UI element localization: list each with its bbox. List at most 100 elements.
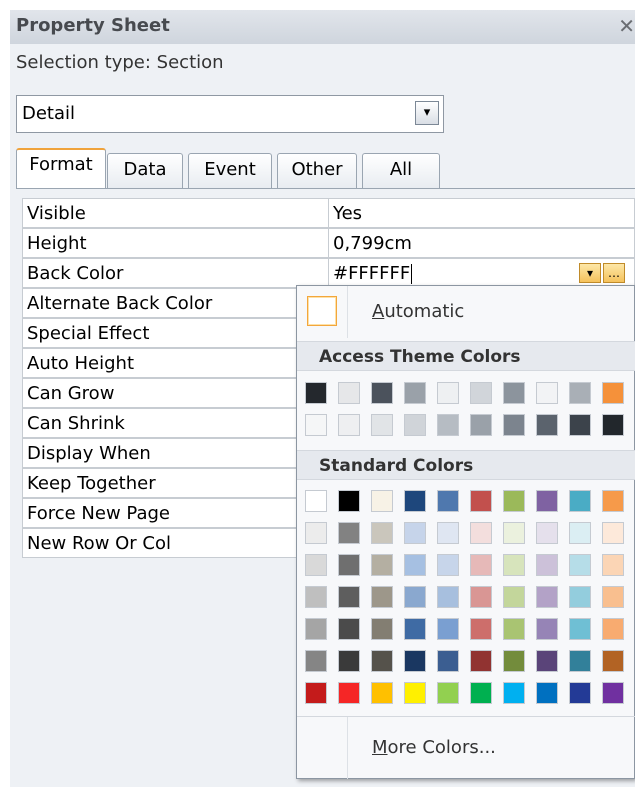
chevron-down-icon[interactable]: ▾ [415, 101, 439, 125]
property-row-height[interactable]: Height 0,799cm [22, 228, 635, 258]
color-swatch[interactable] [503, 650, 525, 672]
color-swatch[interactable] [371, 522, 393, 544]
color-swatch[interactable] [305, 682, 327, 704]
color-swatch[interactable] [371, 586, 393, 608]
tab-format[interactable]: Format [16, 148, 106, 188]
color-swatch[interactable] [536, 382, 558, 404]
ellipsis-builder-button[interactable]: … [603, 263, 625, 283]
tab-other[interactable]: Other [277, 153, 357, 188]
color-swatch[interactable] [437, 618, 459, 640]
color-swatch[interactable] [305, 554, 327, 576]
color-swatch[interactable] [602, 522, 624, 544]
color-swatch[interactable] [404, 490, 426, 512]
color-swatch[interactable] [536, 682, 558, 704]
color-swatch[interactable] [569, 618, 591, 640]
color-swatch[interactable] [602, 682, 624, 704]
color-swatch[interactable] [503, 382, 525, 404]
more-colors-option[interactable]: More Colors... [297, 716, 635, 779]
color-swatch[interactable] [503, 522, 525, 544]
property-value[interactable]: 0,799cm [328, 228, 635, 258]
color-swatch[interactable] [569, 586, 591, 608]
color-swatch[interactable] [404, 382, 426, 404]
color-swatch[interactable] [437, 382, 459, 404]
color-swatch[interactable] [536, 618, 558, 640]
color-swatch[interactable] [470, 554, 492, 576]
color-swatch[interactable] [305, 490, 327, 512]
color-swatch[interactable] [338, 682, 360, 704]
color-swatch[interactable] [503, 490, 525, 512]
color-swatch[interactable] [338, 382, 360, 404]
color-swatch[interactable] [503, 414, 525, 436]
color-swatch[interactable] [602, 650, 624, 672]
color-swatch[interactable] [503, 554, 525, 576]
color-swatch[interactable] [371, 490, 393, 512]
color-swatch[interactable] [437, 414, 459, 436]
property-row-visible[interactable]: Visible Yes [22, 198, 635, 228]
color-swatch[interactable] [569, 522, 591, 544]
color-swatch[interactable] [470, 682, 492, 704]
color-swatch[interactable] [338, 490, 360, 512]
color-swatch[interactable] [338, 650, 360, 672]
color-swatch[interactable] [305, 618, 327, 640]
color-swatch[interactable] [338, 554, 360, 576]
color-swatch[interactable] [404, 618, 426, 640]
color-swatch[interactable] [338, 522, 360, 544]
color-swatch[interactable] [437, 650, 459, 672]
color-swatch[interactable] [569, 682, 591, 704]
color-swatch[interactable] [338, 586, 360, 608]
color-swatch[interactable] [470, 650, 492, 672]
color-swatch[interactable] [602, 382, 624, 404]
color-swatch[interactable] [305, 586, 327, 608]
color-swatch[interactable] [602, 490, 624, 512]
color-swatch[interactable] [470, 382, 492, 404]
color-swatch[interactable] [470, 618, 492, 640]
color-swatch[interactable] [569, 650, 591, 672]
color-swatch[interactable] [437, 554, 459, 576]
color-swatch[interactable] [404, 554, 426, 576]
color-swatch[interactable] [371, 650, 393, 672]
color-swatch[interactable] [536, 522, 558, 544]
color-swatch[interactable] [371, 382, 393, 404]
color-swatch[interactable] [437, 490, 459, 512]
color-swatch[interactable] [371, 414, 393, 436]
color-swatch[interactable] [602, 618, 624, 640]
color-swatch[interactable] [602, 414, 624, 436]
color-swatch[interactable] [536, 586, 558, 608]
color-swatch[interactable] [470, 490, 492, 512]
color-swatch[interactable] [503, 682, 525, 704]
color-swatch[interactable] [437, 682, 459, 704]
color-swatch[interactable] [305, 522, 327, 544]
color-swatch[interactable] [503, 586, 525, 608]
color-swatch[interactable] [371, 682, 393, 704]
color-swatch[interactable] [305, 414, 327, 436]
automatic-color-option[interactable]: Automatic [297, 286, 635, 338]
tab-event[interactable]: Event [188, 153, 272, 188]
color-swatch[interactable] [305, 650, 327, 672]
color-swatch[interactable] [437, 586, 459, 608]
property-row-back-color[interactable]: Back Color #FFFFFF ▾ … [22, 258, 635, 288]
color-swatch[interactable] [536, 414, 558, 436]
color-swatch[interactable] [470, 586, 492, 608]
tab-all[interactable]: All [362, 153, 440, 188]
back-color-input[interactable]: #FFFFFF ▾ … [328, 258, 635, 288]
color-swatch[interactable] [371, 618, 393, 640]
color-swatch[interactable] [404, 682, 426, 704]
color-swatch[interactable] [305, 382, 327, 404]
close-icon[interactable]: ✕ [618, 14, 635, 38]
color-swatch[interactable] [404, 586, 426, 608]
color-swatch[interactable] [371, 554, 393, 576]
color-swatch[interactable] [569, 382, 591, 404]
color-swatch[interactable] [437, 522, 459, 544]
color-swatch[interactable] [338, 618, 360, 640]
color-swatch[interactable] [602, 554, 624, 576]
color-swatch[interactable] [536, 650, 558, 672]
color-swatch[interactable] [503, 618, 525, 640]
color-swatch[interactable] [404, 414, 426, 436]
color-swatch[interactable] [470, 414, 492, 436]
color-swatch[interactable] [602, 586, 624, 608]
object-selector[interactable]: Detail ▾ [16, 95, 444, 133]
color-swatch[interactable] [470, 522, 492, 544]
color-swatch[interactable] [569, 554, 591, 576]
color-swatch[interactable] [338, 414, 360, 436]
color-swatch[interactable] [536, 490, 558, 512]
